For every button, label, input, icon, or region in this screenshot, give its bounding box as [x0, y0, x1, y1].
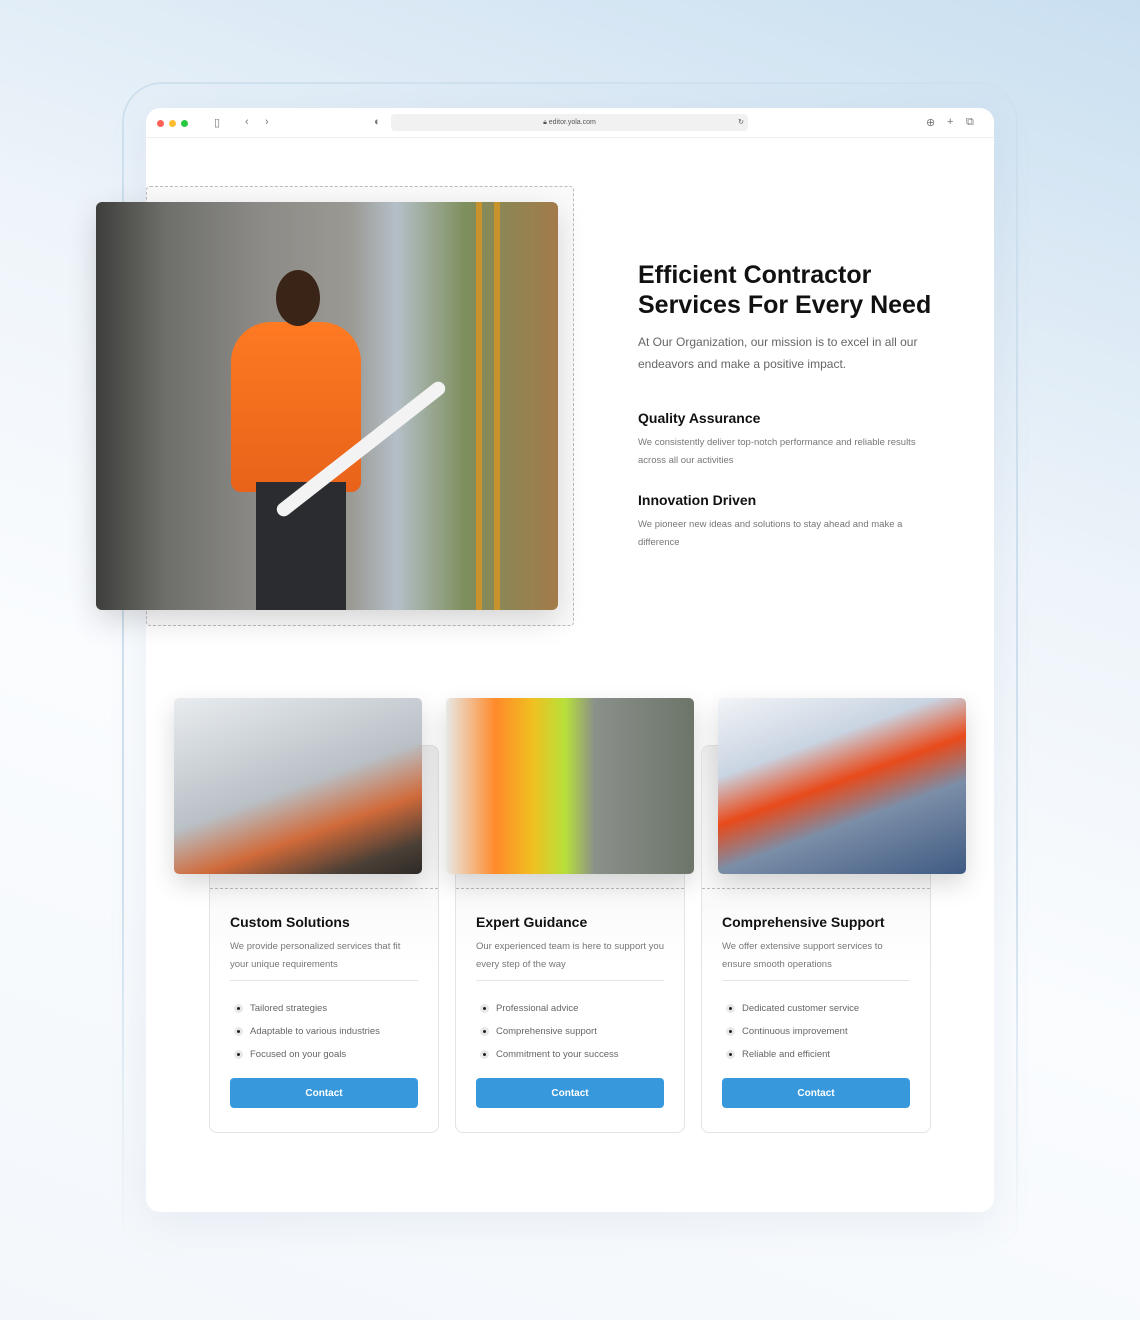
card-title: Custom Solutions: [230, 914, 350, 930]
download-icon[interactable]: ⊕: [926, 116, 935, 129]
divider: [476, 980, 664, 981]
feature-title: Quality Assurance: [638, 410, 761, 426]
bullet-icon: [480, 1050, 489, 1059]
contact-button[interactable]: Contact: [230, 1078, 418, 1108]
divider: [210, 888, 438, 889]
card-title: Comprehensive Support: [722, 914, 885, 930]
minimize-window-button[interactable]: [169, 120, 176, 127]
divider: [702, 888, 930, 889]
card-title: Expert Guidance: [476, 914, 588, 930]
list-item-text: Focused on your goals: [250, 1049, 347, 1060]
list-item: Dedicated customer service: [722, 997, 910, 1020]
bullet-icon: [234, 1050, 243, 1059]
bullet-icon: [234, 1004, 243, 1013]
url-text: editor.yola.com: [548, 119, 596, 126]
maximize-window-button[interactable]: [181, 120, 188, 127]
bullet-icon: [726, 1050, 735, 1059]
card-description: We provide personalized services that fi…: [230, 941, 401, 970]
bullet-icon: [726, 1004, 735, 1013]
scaffold: [494, 202, 500, 610]
forward-icon[interactable]: ›: [265, 116, 269, 128]
contact-button[interactable]: Contact: [476, 1078, 664, 1108]
divider: [230, 980, 418, 981]
card-image[interactable]: [718, 698, 966, 874]
card-description: Our experienced team is here to support …: [476, 941, 664, 970]
list-item: Commitment to your success: [476, 1043, 664, 1066]
back-icon[interactable]: ‹: [245, 116, 249, 128]
browser-toolbar: ▯ ‹ › ◐ 🔒︎ editor.yola.com ↻ ⊕ + ⧉: [146, 108, 994, 138]
bullet-icon: [234, 1027, 243, 1036]
list-item-text: Reliable and efficient: [742, 1049, 831, 1060]
divider: [722, 980, 910, 981]
list-item: Reliable and efficient: [722, 1043, 910, 1066]
divider: [456, 888, 684, 889]
list-item-text: Comprehensive support: [496, 1026, 597, 1037]
list-item: Adaptable to various industries: [230, 1020, 418, 1043]
sidebar-icon[interactable]: ▯: [214, 116, 220, 129]
card-description: We offer extensive support services to e…: [722, 941, 883, 970]
new-tab-icon[interactable]: +: [947, 116, 953, 128]
bullet-icon: [480, 1027, 489, 1036]
list-item-text: Commitment to your success: [496, 1049, 619, 1060]
feature-innovation: Innovation Driven We pioneer new ideas a…: [638, 492, 938, 552]
list-item: Continuous improvement: [722, 1020, 910, 1043]
list-item-text: Dedicated customer service: [742, 1003, 860, 1014]
bullet-icon: [726, 1027, 735, 1036]
close-window-button[interactable]: [157, 120, 164, 127]
bullet-icon: [480, 1004, 489, 1013]
list-item-text: Professional advice: [496, 1003, 579, 1014]
address-bar[interactable]: 🔒︎ editor.yola.com ↻: [391, 114, 748, 131]
shield-icon[interactable]: ◐: [374, 116, 381, 128]
hero-lead: At Our Organization, our mission is to e…: [638, 335, 918, 371]
scaffold: [476, 202, 482, 610]
list-item: Focused on your goals: [230, 1043, 418, 1066]
feature-quality: Quality Assurance We consistently delive…: [638, 410, 938, 470]
tabs-overview-icon[interactable]: ⧉: [966, 116, 974, 129]
list-item-text: Adaptable to various industries: [250, 1026, 380, 1037]
list-item-text: Tailored strategies: [250, 1003, 328, 1014]
contact-button[interactable]: Contact: [722, 1078, 910, 1108]
list-item: Professional advice: [476, 997, 664, 1020]
list-item: Tailored strategies: [230, 997, 418, 1020]
list-item: Comprehensive support: [476, 1020, 664, 1043]
worker-head: [276, 270, 320, 326]
page-title: Efficient Contractor Services For Every …: [638, 261, 932, 319]
feature-text: We pioneer new ideas and solutions to st…: [638, 519, 903, 548]
list-item-text: Continuous improvement: [742, 1026, 848, 1037]
hero-image[interactable]: [96, 202, 558, 610]
card-image[interactable]: [174, 698, 422, 874]
feature-title: Innovation Driven: [638, 492, 757, 508]
feature-text: We consistently deliver top-notch perfor…: [638, 437, 916, 466]
card-image[interactable]: [446, 698, 694, 874]
reload-icon[interactable]: ↻: [738, 114, 744, 131]
